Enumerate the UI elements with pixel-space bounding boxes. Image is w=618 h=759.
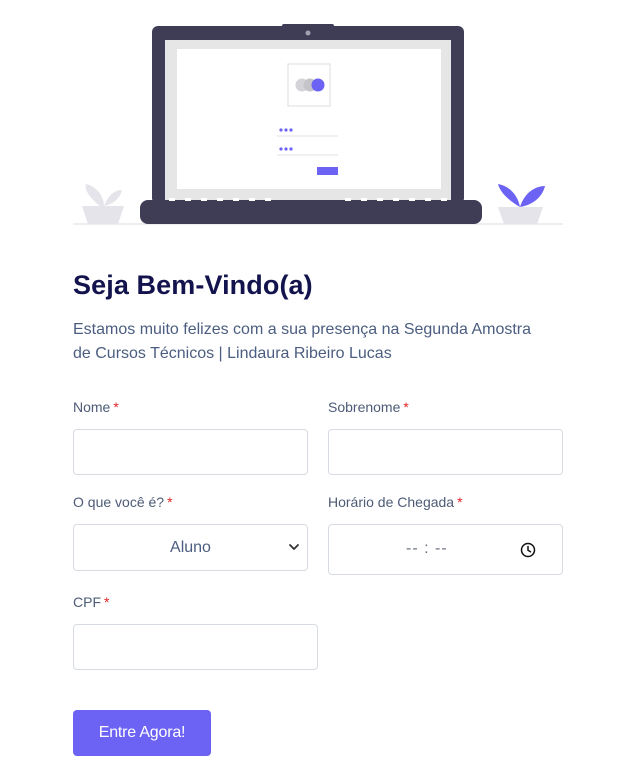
required-marker: *: [104, 594, 110, 610]
required-marker: *: [167, 494, 173, 510]
cpf-input[interactable]: [73, 624, 318, 670]
laptop-base: [140, 200, 482, 224]
subtitle-line-1: Estamos muito felizes com a sua presença…: [73, 321, 532, 338]
chevron-down-icon: [289, 544, 299, 550]
right-plant-icon: [498, 184, 545, 224]
time-placeholder: -- : --: [406, 540, 448, 557]
cpf-label-text: CPF: [73, 594, 101, 610]
cpf-label: CPF *: [73, 594, 109, 610]
required-marker: *: [113, 399, 119, 415]
webcam-icon: [305, 30, 311, 36]
page-title: Seja Bem-Vindo(a): [73, 270, 313, 300]
tipo-label-text: O que você é?: [73, 494, 165, 510]
left-plant-icon: [82, 184, 124, 224]
tipo-selected-value: Aluno: [170, 538, 211, 556]
sobrenome-input[interactable]: [328, 429, 563, 475]
nome-input[interactable]: [73, 429, 308, 475]
sobrenome-label: Sobrenome *: [328, 399, 409, 415]
nome-label: Nome *: [73, 399, 119, 415]
submit-button[interactable]: Entre Agora!: [73, 710, 211, 756]
nome-label-text: Nome: [73, 399, 111, 415]
horario-time-input[interactable]: -- : --: [328, 524, 563, 575]
mini-submit-button: [317, 167, 338, 175]
tipo-select[interactable]: Aluno: [73, 524, 308, 571]
required-marker: *: [457, 494, 463, 510]
laptop-login-illustration: [73, 24, 563, 225]
subtitle-line-2: de Cursos Técnicos | Lindaura Ribeiro Lu…: [73, 345, 392, 362]
signup-page: Seja Bem-Vindo(a) Estamos muito felizes …: [0, 0, 618, 759]
sobrenome-label-text: Sobrenome: [328, 399, 401, 415]
page-subtitle: Estamos muito felizes com a sua presença…: [73, 318, 563, 366]
tipo-label: O que você é? *: [73, 494, 173, 510]
horario-label-text: Horário de Chegada: [328, 494, 455, 510]
clock-icon[interactable]: [520, 542, 536, 558]
horario-label: Horário de Chegada *: [328, 494, 463, 510]
required-marker: *: [403, 399, 409, 415]
